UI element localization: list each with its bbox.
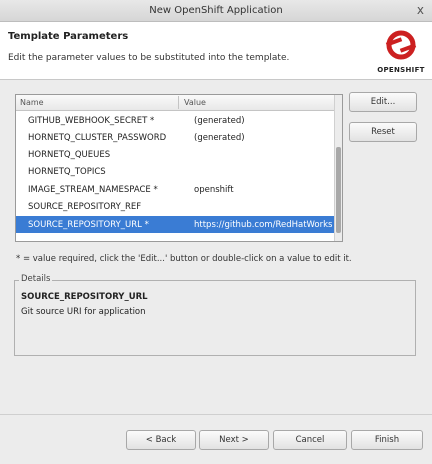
row-name: HORNETQ_QUEUES (28, 150, 111, 160)
table-header: Name Value (16, 95, 334, 111)
table-row[interactable]: IMAGE_STREAM_NAMESPACE * openshift (16, 181, 334, 198)
page-description: Edit the parameter values to be substitu… (8, 53, 290, 63)
row-value: (generated) (194, 133, 245, 143)
table-scrollbar[interactable] (334, 95, 342, 241)
required-hint: * = value required, click the 'Edit...' … (16, 254, 352, 264)
row-name: HORNETQ_TOPICS (28, 167, 106, 177)
finish-button[interactable]: Finish (351, 430, 423, 450)
edit-button[interactable]: Edit... (349, 92, 417, 112)
table-row[interactable]: GITHUB_WEBHOOK_SECRET * (generated) (16, 112, 334, 129)
title-bar: New OpenShift Application x (0, 0, 432, 22)
column-header-name[interactable]: Name (20, 98, 44, 107)
row-value: https://github.com/RedHatWorks (194, 220, 333, 230)
back-button[interactable]: < Back (126, 430, 196, 450)
row-name: HORNETQ_CLUSTER_PASSWORD (28, 133, 167, 143)
close-icon[interactable]: x (417, 4, 424, 16)
row-name: GITHUB_WEBHOOK_SECRET * (28, 116, 155, 126)
column-header-value[interactable]: Value (184, 98, 206, 107)
footer-divider (0, 414, 432, 415)
table-row-selected[interactable]: SOURCE_REPOSITORY_URL * https://github.c… (16, 216, 334, 233)
window-title: New OpenShift Application (149, 5, 283, 16)
openshift-logo: OPENSHIFT (376, 28, 426, 76)
reset-button[interactable]: Reset (349, 122, 417, 142)
table-row[interactable]: HORNETQ_QUEUES (16, 146, 334, 163)
row-name: IMAGE_STREAM_NAMESPACE * (28, 185, 158, 195)
scrollbar-thumb[interactable] (336, 147, 341, 233)
details-parameter-name: SOURCE_REPOSITORY_URL (21, 292, 148, 302)
column-divider[interactable] (178, 96, 179, 109)
details-legend: Details (19, 274, 53, 284)
table-row[interactable]: HORNETQ_TOPICS (16, 163, 334, 180)
row-value: (generated) (194, 116, 245, 126)
details-parameter-description: Git source URI for application (21, 307, 146, 317)
table-row[interactable]: SOURCE_REPOSITORY_REF (16, 198, 334, 215)
row-name: SOURCE_REPOSITORY_URL * (28, 220, 149, 230)
table-row[interactable]: HORNETQ_CLUSTER_PASSWORD (generated) (16, 129, 334, 146)
openshift-logo-icon (385, 30, 417, 60)
next-button[interactable]: Next > (199, 430, 269, 450)
row-value: openshift (194, 185, 234, 195)
page-title: Template Parameters (8, 31, 129, 42)
cancel-button[interactable]: Cancel (273, 430, 347, 450)
parameters-table[interactable]: Name Value GITHUB_WEBHOOK_SECRET * (gene… (15, 94, 343, 242)
row-name: SOURCE_REPOSITORY_REF (28, 202, 142, 212)
details-group: Details SOURCE_REPOSITORY_URL Git source… (14, 274, 416, 356)
wizard-header: Template Parameters Edit the parameter v… (0, 22, 432, 80)
logo-text: OPENSHIFT (377, 66, 425, 74)
